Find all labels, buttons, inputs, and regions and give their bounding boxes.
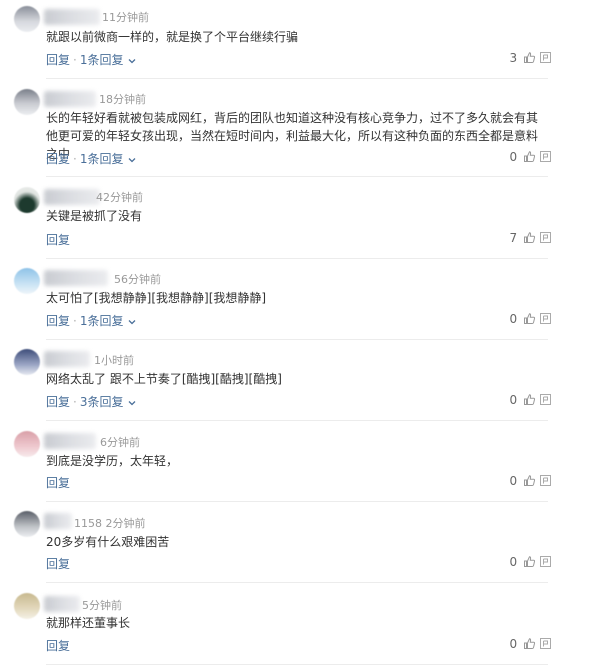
like-count: 0 — [509, 555, 518, 569]
reply-button[interactable]: 回复 — [46, 233, 70, 247]
avatar[interactable] — [14, 187, 40, 213]
thumbs-up-icon[interactable] — [523, 474, 536, 487]
username-redacted — [44, 189, 100, 205]
comment-time: 18分钟前 — [99, 93, 146, 106]
username-redacted — [44, 596, 80, 612]
report-icon[interactable] — [539, 393, 552, 406]
avatar[interactable] — [14, 349, 40, 375]
view-replies-link[interactable]: 1条回复 — [80, 152, 124, 166]
thumbs-up-icon[interactable] — [523, 637, 536, 650]
chevron-down-icon[interactable] — [128, 318, 136, 326]
divider — [46, 582, 548, 583]
divider — [46, 258, 548, 259]
like-count: 0 — [509, 637, 518, 651]
comment-text: 关键是被抓了没有 — [46, 209, 143, 223]
like-count: 0 — [509, 393, 518, 407]
like-control[interactable]: 0 — [510, 637, 536, 651]
comment-text: 到底是没学历，太年轻， — [46, 454, 179, 468]
comment-time: 6分钟前 — [100, 436, 140, 449]
avatar[interactable] — [14, 593, 40, 619]
comment-time: 1小时前 — [94, 354, 134, 367]
comment-actions: 回复 — [46, 637, 70, 654]
chevron-down-icon[interactable] — [128, 399, 136, 407]
like-control[interactable]: 0 — [510, 150, 536, 164]
divider — [46, 339, 548, 340]
divider — [46, 176, 548, 177]
report-icon[interactable] — [539, 474, 552, 487]
username-redacted — [44, 9, 100, 25]
avatar[interactable] — [14, 6, 40, 32]
like-count: 3 — [509, 51, 518, 65]
view-replies-link[interactable]: 1条回复 — [80, 314, 124, 328]
comment-text: 20多岁有什么艰难困苦 — [46, 535, 170, 549]
username-redacted — [44, 351, 90, 367]
reply-button[interactable]: 回复 — [46, 53, 70, 67]
like-control[interactable]: 7 — [510, 231, 536, 245]
like-control[interactable]: 0 — [510, 474, 536, 488]
like-count: 7 — [509, 231, 518, 245]
comment-actions: 回复 · 1条回复 — [46, 312, 136, 329]
like-count: 0 — [509, 474, 518, 488]
thumbs-up-icon[interactable] — [523, 231, 536, 244]
divider — [46, 664, 548, 665]
thumbs-up-icon[interactable] — [523, 51, 536, 64]
avatar[interactable] — [14, 511, 40, 537]
divider — [46, 78, 548, 79]
thumbs-up-icon[interactable] — [523, 555, 536, 568]
chevron-down-icon[interactable] — [128, 57, 136, 65]
like-control[interactable]: 0 — [510, 312, 536, 326]
avatar[interactable] — [14, 89, 40, 115]
report-icon[interactable] — [539, 51, 552, 64]
avatar[interactable] — [14, 431, 40, 457]
comment-actions: 回复 · 1条回复 — [46, 150, 136, 167]
like-control[interactable]: 0 — [510, 555, 536, 569]
reply-button[interactable]: 回复 — [46, 476, 70, 490]
username-redacted — [44, 433, 96, 449]
view-replies-link[interactable]: 1条回复 — [80, 53, 124, 67]
comment-actions: 回复 — [46, 474, 70, 491]
like-count: 0 — [509, 312, 518, 326]
reply-button[interactable]: 回复 — [46, 557, 70, 571]
comment-time: 11分钟前 — [102, 11, 149, 24]
username-redacted — [44, 91, 96, 107]
username-redacted — [44, 270, 108, 286]
divider — [46, 501, 548, 502]
avatar[interactable] — [14, 268, 40, 294]
like-control[interactable]: 0 — [510, 393, 536, 407]
reply-button[interactable]: 回复 — [46, 395, 70, 409]
thumbs-up-icon[interactable] — [523, 312, 536, 325]
like-control[interactable]: 3 — [510, 51, 536, 65]
reply-button[interactable]: 回复 — [46, 639, 70, 653]
comment-actions: 回复 — [46, 231, 70, 248]
comment-text: 就那样还董事长 — [46, 616, 131, 630]
comment-text: 就跟以前微商一样的，就是换了个平台继续行骗 — [46, 30, 299, 44]
report-icon[interactable] — [539, 555, 552, 568]
chevron-down-icon[interactable] — [128, 156, 136, 164]
comment-time: 1158 2分钟前 — [74, 517, 146, 530]
report-icon[interactable] — [539, 637, 552, 650]
comment-actions: 回复 · 3条回复 — [46, 393, 136, 410]
view-replies-link[interactable]: 3条回复 — [80, 395, 124, 409]
comment-text: 太可怕了[我想静静][我想静静][我想静静] — [46, 291, 267, 305]
like-count: 0 — [509, 150, 518, 164]
comment-time: 5分钟前 — [82, 599, 122, 612]
divider — [46, 420, 548, 421]
reply-button[interactable]: 回复 — [46, 314, 70, 328]
comment-feed: 11分钟前 就跟以前微商一样的，就是换了个平台继续行骗 回复 · 1条回复 3 18… — [0, 0, 600, 669]
username-redacted — [44, 513, 72, 529]
reply-button[interactable]: 回复 — [46, 152, 70, 166]
report-icon[interactable] — [539, 312, 552, 325]
thumbs-up-icon[interactable] — [523, 393, 536, 406]
comment-text: 网络太乱了 跟不上节奏了[酷拽][酷拽][酷拽] — [46, 372, 282, 386]
comment-actions: 回复 · 1条回复 — [46, 51, 136, 68]
comment-actions: 回复 — [46, 555, 70, 572]
comment-time: 42分钟前 — [96, 191, 143, 204]
report-icon[interactable] — [539, 231, 552, 244]
comment-time: 56分钟前 — [114, 273, 161, 286]
report-icon[interactable] — [539, 150, 552, 163]
thumbs-up-icon[interactable] — [523, 150, 536, 163]
